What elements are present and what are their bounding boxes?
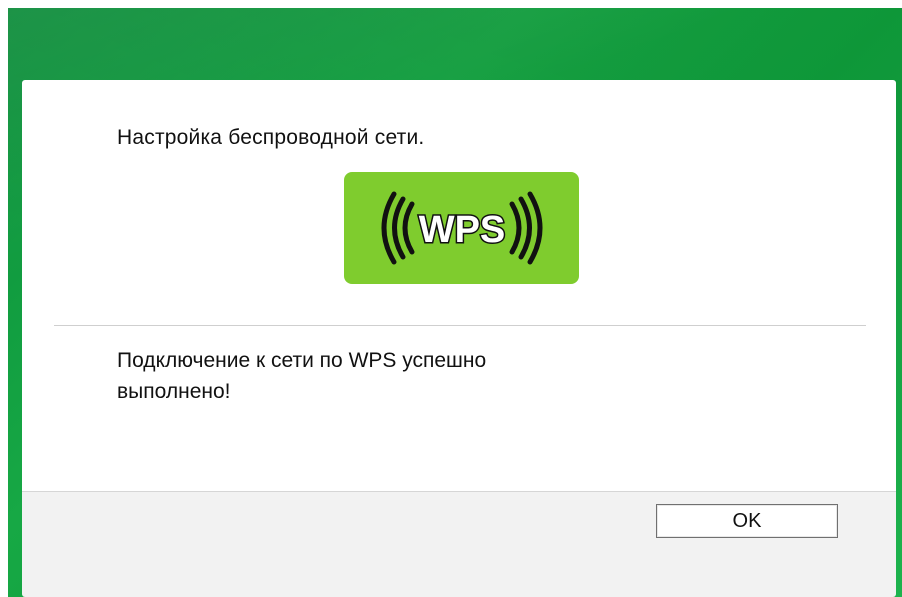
status-message: Подключение к сети по WPS успешно выполн… <box>117 345 677 407</box>
status-message-line-1: Подключение к сети по WPS успешно <box>117 349 487 372</box>
wps-logo-icon: WPS <box>381 191 542 265</box>
content-divider <box>54 325 866 326</box>
wps-logo-text: WPS <box>418 209 505 251</box>
dialog-content-panel: Настройка беспроводной сети. WPS Подключ… <box>22 80 896 597</box>
dialog-footer: OK <box>22 491 896 597</box>
dialog-heading: Настройка беспроводной сети. <box>117 126 425 149</box>
wps-logo-badge: WPS <box>344 172 579 284</box>
status-message-line-2: выполнено! <box>117 380 231 403</box>
dialog-window: Настройка беспроводной сети. WPS Подключ… <box>8 8 902 597</box>
ok-button[interactable]: OK <box>656 504 838 538</box>
